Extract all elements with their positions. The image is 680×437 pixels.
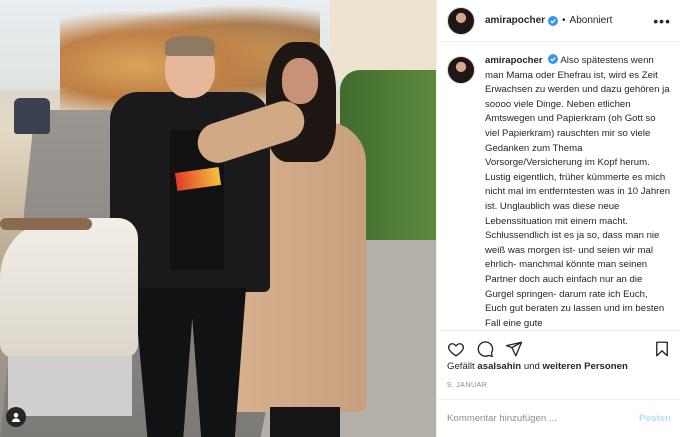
post-header: amirapocher • Abonniert ••• (437, 0, 680, 42)
caption-avatar[interactable] (447, 56, 475, 84)
bookmark-icon[interactable] (653, 340, 671, 358)
caption-verified-badge-icon (548, 54, 559, 64)
follow-status-button[interactable]: Abonniert (570, 15, 613, 26)
heart-icon[interactable] (447, 340, 465, 358)
likes-middle: und (523, 361, 540, 372)
comment-icon[interactable] (476, 340, 494, 358)
post-side-panel: amirapocher • Abonniert ••• amirapocher … (436, 0, 680, 437)
post-photo[interactable] (0, 0, 436, 437)
post-date: 9. JANUAR (447, 380, 488, 389)
likes-prefix: Gefällt (447, 361, 475, 372)
likes-user[interactable]: asalsahin (477, 361, 521, 372)
caption-area: amirapocher Also spätestens wenn man Mam… (437, 54, 680, 328)
likes-others[interactable]: weiteren Personen (543, 361, 628, 372)
caption-text: amirapocher Also spätestens wenn man Mam… (485, 54, 671, 328)
photo-car (14, 98, 50, 134)
more-options-icon[interactable]: ••• (653, 13, 671, 29)
post-comment-button[interactable]: Posten (639, 413, 671, 424)
caption-username[interactable]: amirapocher (485, 55, 543, 66)
share-icon[interactable] (505, 340, 523, 358)
comment-bar: Posten (437, 399, 680, 437)
avatar[interactable] (447, 6, 475, 35)
action-bar (437, 330, 680, 360)
user-tag-icon[interactable] (6, 407, 26, 427)
verified-badge-icon (548, 15, 559, 26)
caption-body: Also spätestens wenn man Mama oder Ehefr… (485, 55, 671, 328)
comment-input[interactable] (447, 413, 617, 424)
header-username[interactable]: amirapocher (485, 15, 545, 26)
photo-stroller (0, 218, 142, 437)
header-separator: • (562, 15, 566, 26)
likes-text: Gefällt asalsahin und weiteren Personen (447, 361, 628, 372)
